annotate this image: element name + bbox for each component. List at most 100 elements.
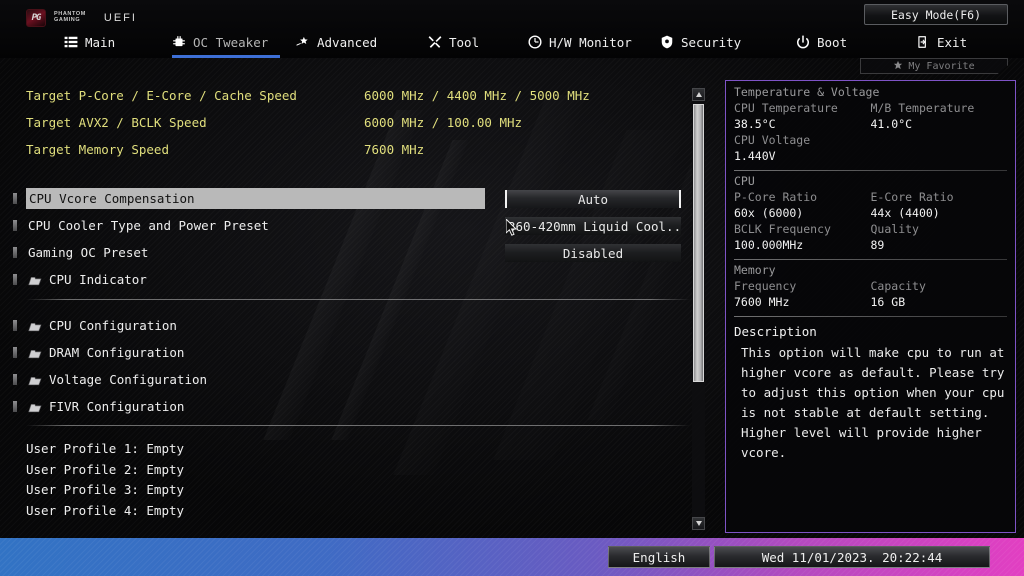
option-row[interactable]: CPU Vcore Compensation Auto — [0, 188, 690, 209]
cpu-temperature-value: 38.5°C — [734, 116, 871, 132]
option-label: Gaming OC Preset — [26, 242, 154, 263]
list-divider — [26, 299, 690, 300]
tab-label: Boot — [817, 35, 847, 50]
option-label: CPU Indicator — [26, 269, 153, 290]
datetime-display: Wed 11/01/2023. 20:22:44 — [714, 546, 990, 568]
exit-door-icon — [916, 35, 930, 49]
submenu-row[interactable]: CPU Configuration — [0, 315, 690, 336]
user-profile-row[interactable]: User Profile 1: Empty — [26, 439, 184, 459]
pcore-ratio-label: P-Core Ratio — [734, 189, 871, 205]
gauge-icon — [528, 35, 542, 49]
submenu-label: DRAM Configuration — [26, 342, 190, 363]
memory-frequency-value: 7600 MHz — [734, 294, 871, 310]
user-profile-row[interactable]: User Profile 4: Empty — [26, 501, 184, 521]
mb-temperature-block: M/B Temperature 41.0°C — [871, 100, 1008, 132]
option-label: CPU Vcore Compensation — [26, 188, 485, 209]
header-bar: PG PHANTOM GAMING UEFI Easy Mode(F6) Mai… — [0, 0, 1024, 58]
list-divider — [26, 425, 690, 426]
ecore-ratio-label: E-Core Ratio — [871, 189, 1008, 205]
ecore-ratio-value: 44x (4400) — [871, 205, 1008, 221]
core-ratio-row: P-Core Ratio 60x (6000) E-Core Ratio 44x… — [734, 189, 1007, 221]
section-memory: Memory — [734, 263, 1007, 277]
description-title: Description — [734, 324, 1007, 339]
list-scrollbar[interactable] — [692, 88, 705, 530]
scroll-down-arrow-icon[interactable] — [692, 517, 705, 530]
option-bullet-icon — [13, 401, 17, 412]
tab-security[interactable]: Security — [660, 29, 741, 55]
easy-mode-button[interactable]: Easy Mode(F6) — [864, 4, 1008, 25]
target-label: Target Memory Speed — [26, 142, 364, 157]
uefi-label: UEFI — [104, 12, 137, 24]
option-label-text: CPU Indicator — [49, 272, 147, 287]
folder-icon — [28, 317, 43, 338]
cpu-chip-icon — [172, 35, 186, 49]
target-label: Target AVX2 / BCLK Speed — [26, 115, 364, 130]
description-body: This option will make cpu to run at high… — [734, 343, 1007, 463]
scrollbar-thumb[interactable] — [693, 104, 704, 382]
submenu-row[interactable]: FIVR Configuration — [0, 396, 690, 417]
user-profile-row[interactable]: User Profile 2: Empty — [26, 460, 184, 480]
target-label: Target P-Core / E-Core / Cache Speed — [26, 88, 364, 103]
tab-label: OC Tweaker — [193, 35, 268, 50]
tab-main[interactable]: Main — [64, 29, 115, 55]
cpu-voltage-label: CPU Voltage — [734, 132, 871, 148]
target-row: Target AVX2 / BCLK Speed6000 MHz / 100.0… — [26, 113, 522, 131]
scroll-up-arrow-icon[interactable] — [692, 88, 705, 101]
submenu-row[interactable]: DRAM Configuration — [0, 342, 690, 363]
main-nav: Main OC Tweaker Advanced Tool H/W Monitor Sec… — [0, 29, 1024, 58]
user-profile-row[interactable]: User Profile 3: Empty — [26, 480, 184, 500]
submenu-label: FIVR Configuration — [26, 396, 190, 417]
tab-exit[interactable]: Exit — [916, 29, 967, 55]
cpu-temperature-label: CPU Temperature — [734, 100, 871, 116]
tab-tool[interactable]: Tool — [428, 29, 479, 55]
tab-label: Tool — [449, 35, 479, 50]
submenu-row[interactable]: Voltage Configuration — [0, 369, 690, 390]
tab-label: Advanced — [317, 35, 377, 50]
memory-capacity-block: Capacity 16 GB — [871, 278, 1008, 310]
submenu-label-text: Voltage Configuration — [49, 372, 207, 387]
option-row[interactable]: CPU Indicator — [0, 269, 690, 290]
power-icon — [796, 35, 810, 49]
ecore-ratio-block: E-Core Ratio 44x (4400) — [871, 189, 1008, 221]
memory-frequency-block: Frequency 7600 MHz — [734, 278, 871, 310]
quality-value: 89 — [871, 237, 1008, 253]
option-row[interactable]: CPU Cooler Type and Power Preset 360-420m… — [0, 215, 690, 236]
target-row: Target P-Core / E-Core / Cache Speed6000… — [26, 86, 590, 104]
option-value[interactable]: 360-420mm Liquid Cool... — [505, 217, 681, 235]
tab-oc-tweaker[interactable]: OC Tweaker — [172, 29, 268, 55]
bclk-frequency-value: 100.000MHz — [734, 237, 871, 253]
oc-tweaker-list: Target P-Core / E-Core / Cache Speed6000… — [0, 82, 700, 532]
option-bullet-icon — [13, 347, 17, 358]
bclk-block: BCLK Frequency 100.000MHz — [734, 221, 871, 253]
footer-bar: English Wed 11/01/2023. 20:22:44 — [0, 538, 1024, 576]
memory-row: Frequency 7600 MHz Capacity 16 GB — [734, 278, 1007, 310]
divider — [734, 259, 1007, 260]
list-icon — [64, 35, 78, 49]
folder-icon — [28, 344, 43, 365]
target-value: 6000 MHz / 100.00 MHz — [364, 115, 522, 130]
submenu-label-text: FIVR Configuration — [49, 399, 184, 414]
tab-advanced[interactable]: Advanced — [296, 29, 377, 55]
temp-row: CPU Temperature 38.5°C M/B Temperature 4… — [734, 100, 1007, 132]
mb-temperature-label: M/B Temperature — [871, 100, 1008, 116]
option-row[interactable]: Gaming OC Preset Disabled — [0, 242, 690, 263]
folder-icon — [28, 271, 43, 292]
option-label-text: CPU Vcore Compensation — [29, 191, 195, 206]
pcore-ratio-value: 60x (6000) — [734, 205, 871, 221]
submenu-label: Voltage Configuration — [26, 369, 213, 390]
language-selector[interactable]: English — [608, 546, 710, 568]
option-value[interactable]: Disabled — [505, 244, 681, 262]
my-favorite-label: My Favorite — [908, 61, 974, 72]
active-tab-underline — [172, 55, 280, 58]
bclk-quality-row: BCLK Frequency 100.000MHz Quality 89 — [734, 221, 1007, 253]
option-bullet-icon — [13, 220, 17, 231]
tab-h-w-monitor[interactable]: H/W Monitor — [528, 29, 632, 55]
brand-line-2: GAMING — [54, 18, 86, 24]
option-label: CPU Cooler Type and Power Preset — [26, 215, 275, 236]
option-value[interactable]: Auto — [505, 190, 681, 208]
tab-boot[interactable]: Boot — [796, 29, 847, 55]
bclk-frequency-label: BCLK Frequency — [734, 221, 871, 237]
section-cpu: CPU — [734, 174, 1007, 188]
pcore-ratio-block: P-Core Ratio 60x (6000) — [734, 189, 871, 221]
my-favorite-button[interactable]: My Favorite — [860, 58, 1008, 74]
